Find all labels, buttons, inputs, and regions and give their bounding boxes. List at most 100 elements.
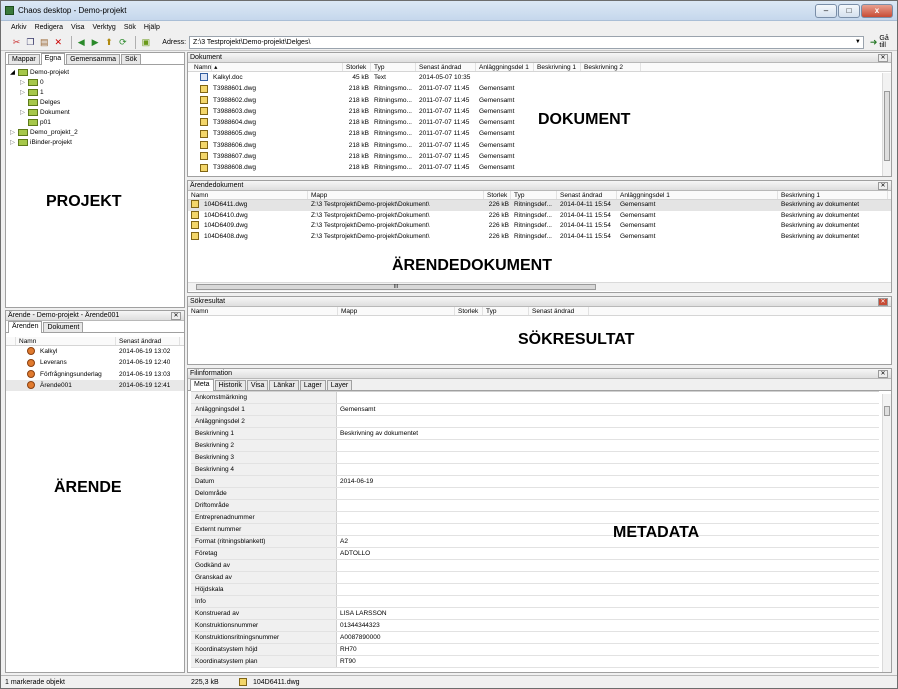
tree-node[interactable]: ▷ iBinder-projekt <box>10 138 180 148</box>
tree-expander-icon[interactable]: ▷ <box>20 108 28 118</box>
scrollbar-thumb[interactable] <box>884 406 890 416</box>
metadata-row[interactable]: Beskrivning 3 <box>191 452 879 464</box>
column-header-beskrivning-1[interactable]: Beskrivning 1 <box>778 191 888 199</box>
column-header-mapp[interactable]: Mapp <box>308 191 484 199</box>
metadata-row[interactable]: Externt nummer <box>191 524 879 536</box>
tree-expander-icon[interactable]: ▷ <box>10 128 18 138</box>
metadata-row[interactable]: Beskrivning 2 <box>191 440 879 452</box>
menu-verktyg[interactable]: Verktyg <box>92 21 115 34</box>
cut-icon[interactable]: ✂ <box>11 37 22 48</box>
metadata-value[interactable] <box>337 500 879 511</box>
column-header-senast-andrad[interactable]: Senast ändrad <box>557 191 617 199</box>
metadata-value[interactable] <box>337 560 879 571</box>
table-row[interactable]: 104D6408.dwg Z:\3 Testprojekt\Demo-projek… <box>188 231 891 243</box>
minimize-button[interactable]: – <box>815 4 837 18</box>
column-header-senast-andrad[interactable]: Senast ändrad <box>116 337 180 345</box>
horizontal-scrollbar[interactable]: III <box>188 282 891 291</box>
column-header-beskrivning-2[interactable]: Beskrivning 2 <box>581 63 641 71</box>
tab-egna[interactable]: Egna <box>40 53 66 65</box>
table-row[interactable]: T3988605.dwg 218 kB Ritningsmo... 2011-07-0… <box>188 128 891 139</box>
tab-lager[interactable]: Lager <box>299 380 326 390</box>
vertical-scrollbar[interactable] <box>882 73 891 176</box>
up-folder-icon[interactable]: ⬆ <box>104 37 115 48</box>
metadata-value[interactable]: Beskrivning av dokumentet <box>337 428 879 439</box>
metadata-row[interactable]: Koordinatsystem plan RT90 <box>191 656 879 668</box>
metadata-row[interactable]: Info <box>191 596 879 608</box>
list-item[interactable]: Förfrågningsunderlag 2014-06-19 13:03 <box>6 369 184 380</box>
metadata-value[interactable] <box>337 596 879 607</box>
tab-dokument[interactable]: Dokument <box>43 322 84 332</box>
metadata-row[interactable]: Granskad av <box>191 572 879 584</box>
column-header-beskrivning-1[interactable]: Beskrivning 1 <box>534 63 581 71</box>
metadata-value[interactable] <box>337 416 879 427</box>
metadata-value[interactable]: A2 <box>337 536 879 547</box>
close-icon[interactable]: ✕ <box>878 182 888 190</box>
menu-visa[interactable]: Visa <box>71 21 85 34</box>
tab-sok[interactable]: Sök <box>121 54 142 64</box>
table-row[interactable]: T3988602.dwg 218 kB Ritningsmo... 2011-07-0… <box>188 95 891 106</box>
metadata-row[interactable]: Entreprenadnummer <box>191 512 879 524</box>
metadata-value[interactable] <box>337 452 879 463</box>
menu-arkiv[interactable]: Arkiv <box>11 21 27 34</box>
maximize-button[interactable]: □ <box>838 4 860 18</box>
close-icon[interactable]: ✕ <box>878 298 888 306</box>
close-icon[interactable]: ✕ <box>878 370 888 378</box>
column-header-namn[interactable]: Namn ▴ <box>188 63 343 71</box>
tree-node[interactable]: Delges <box>10 98 180 108</box>
table-row[interactable]: 104D6411.dwg Z:\3 Testprojekt\Demo-projek… <box>188 200 891 211</box>
column-header-anlaggningsdel[interactable]: Anläggningsdel 1 <box>617 191 778 199</box>
column-header-storlek[interactable]: Storlek <box>484 191 511 199</box>
column-header-typ[interactable]: Typ <box>483 307 529 315</box>
table-row[interactable]: T3988607.dwg 218 kB Ritningsmo... 2011-07-0… <box>188 151 891 162</box>
metadata-row[interactable]: Beskrivning 4 <box>191 464 879 476</box>
menu-hjalp[interactable]: Hjälp <box>144 21 160 34</box>
folder-view-icon[interactable]: ▣ <box>140 37 151 48</box>
metadata-row[interactable]: Konstruktionsritningsnummer A0087890000 <box>191 632 879 644</box>
metadata-row[interactable]: Beskrivning 1 Beskrivning av dokumentet <box>191 428 879 440</box>
paste-icon[interactable]: ▤ <box>39 37 50 48</box>
metadata-value[interactable] <box>337 488 879 499</box>
metadata-row[interactable]: Format (ritningsblankett) A2 <box>191 536 879 548</box>
tree-expander-icon[interactable]: ▷ <box>10 138 18 148</box>
tab-historik[interactable]: Historik <box>214 380 246 390</box>
tree-expander-icon[interactable]: ▷ <box>20 78 28 88</box>
close-icon[interactable]: ✕ <box>171 312 181 320</box>
column-header-storlek[interactable]: Storlek <box>455 307 483 315</box>
column-header-namn[interactable]: Namn <box>188 307 338 315</box>
delete-icon[interactable]: ✕ <box>53 37 64 48</box>
metadata-row[interactable]: Delområde <box>191 488 879 500</box>
vertical-scrollbar[interactable] <box>882 394 891 672</box>
menu-sok[interactable]: Sök <box>124 21 136 34</box>
metadata-row[interactable]: Datum 2014-06-19 <box>191 476 879 488</box>
column-header-senast-andrad[interactable]: Senast ändrad <box>416 63 476 71</box>
column-header-typ[interactable]: Typ <box>371 63 416 71</box>
metadata-value[interactable] <box>337 392 879 403</box>
close-icon[interactable]: ✕ <box>878 54 888 62</box>
metadata-value[interactable]: 01344344323 <box>337 620 879 631</box>
refresh-icon[interactable]: ⟳ <box>117 37 128 48</box>
metadata-value[interactable] <box>337 512 879 523</box>
metadata-value[interactable]: RH70 <box>337 644 879 655</box>
close-button[interactable]: x <box>861 4 893 18</box>
metadata-row[interactable]: Konstruktionsnummer 01344344323 <box>191 620 879 632</box>
metadata-row[interactable]: Höjdskala <box>191 584 879 596</box>
tree-node[interactable]: ▷ 1 <box>10 88 180 98</box>
back-icon[interactable]: ◀ <box>76 37 87 48</box>
column-header-anlaggningsdel[interactable]: Anläggningsdel 1 <box>476 63 534 71</box>
table-row[interactable]: T3988606.dwg 218 kB Ritningsmo... 2011-07-0… <box>188 140 891 151</box>
tab-layer[interactable]: Layer <box>326 380 353 390</box>
metadata-value[interactable]: LISA LARSSON <box>337 608 879 619</box>
metadata-row[interactable]: Anläggningsdel 2 <box>191 416 879 428</box>
metadata-row[interactable]: Anläggningsdel 1 Gemensamt <box>191 404 879 416</box>
metadata-value[interactable] <box>337 524 879 535</box>
goto-button[interactable]: ➜ Gå till <box>870 35 897 49</box>
tab-lankar[interactable]: Länkar <box>269 380 299 390</box>
address-field[interactable]: Z:\3 Testprojekt\Demo-projekt\Delges\ ▼ <box>189 35 864 49</box>
metadata-value[interactable] <box>337 584 879 595</box>
tree-node[interactable]: ◢ Demo-projekt <box>10 68 180 78</box>
table-row[interactable]: T3988601.dwg 218 kB Ritningsmo... 2011-07-0… <box>188 83 891 94</box>
copy-icon[interactable]: ❐ <box>25 37 36 48</box>
tree-node[interactable]: ▷ Dokument <box>10 108 180 118</box>
metadata-value[interactable] <box>337 464 879 475</box>
metadata-row[interactable]: Konstruerad av LISA LARSSON <box>191 608 879 620</box>
